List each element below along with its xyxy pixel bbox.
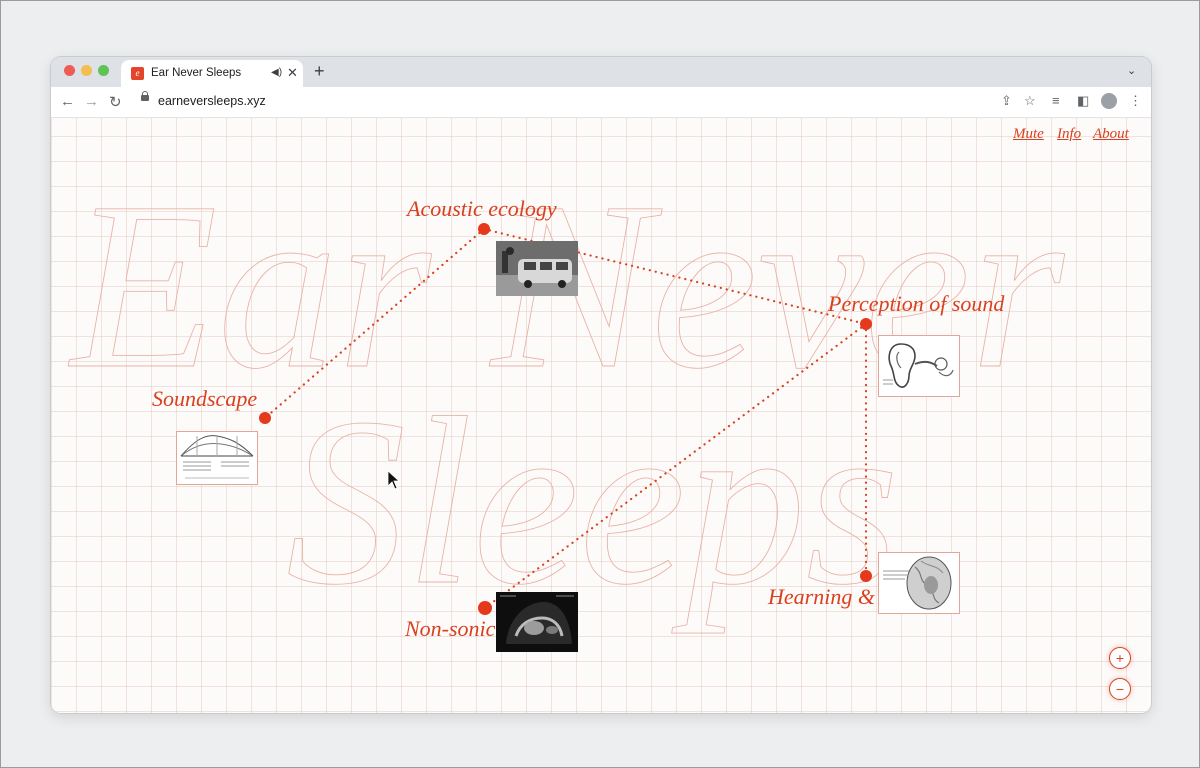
tab-title: Ear Never Sleeps bbox=[151, 67, 242, 79]
side-panel-icon[interactable]: ◧ bbox=[1077, 93, 1089, 109]
forward-arrow-icon[interactable]: → bbox=[84, 93, 99, 110]
media-controls-icon[interactable]: ≡ bbox=[1052, 93, 1060, 108]
node-dot-soundscape[interactable] bbox=[259, 412, 271, 424]
thumbnail-van-photo[interactable] bbox=[496, 241, 578, 296]
speaker-icon[interactable]: ◀) bbox=[271, 67, 282, 78]
node-dot-memory[interactable] bbox=[860, 570, 872, 582]
screen: e Ear Never Sleeps ◀) ✕ + ⌄ ← → ↻ earnev… bbox=[0, 0, 1200, 768]
node-label-acoustic[interactable]: Acoustic ecology bbox=[405, 196, 557, 221]
info-link[interactable]: Info bbox=[1057, 126, 1081, 143]
web-page-canvas[interactable]: Ear Never Sleeps Acoustic ecology Percep… bbox=[51, 118, 1151, 713]
profile-avatar[interactable] bbox=[1101, 93, 1117, 109]
address-bar[interactable]: earneversleeps.xyz bbox=[131, 91, 1151, 113]
thumbnail-ear-anatomy[interactable] bbox=[878, 335, 960, 397]
thumbnail-brain-section[interactable] bbox=[878, 552, 960, 614]
tab-bar: e Ear Never Sleeps ◀) ✕ + ⌄ bbox=[51, 57, 1151, 87]
maximize-window-button[interactable] bbox=[98, 65, 109, 76]
mute-link[interactable]: Mute bbox=[1013, 126, 1044, 143]
node-label-soundscape[interactable]: Soundscape bbox=[152, 386, 257, 411]
bookmark-star-icon[interactable]: ☆ bbox=[1024, 93, 1036, 109]
close-window-button[interactable] bbox=[64, 65, 75, 76]
zoom-out-button[interactable]: − bbox=[1109, 678, 1131, 700]
back-arrow-icon[interactable]: ← bbox=[60, 93, 75, 110]
reload-icon[interactable]: ↻ bbox=[109, 93, 122, 111]
node-label-perception[interactable]: Perception of sound bbox=[827, 291, 1005, 316]
url-text: earneversleeps.xyz bbox=[158, 94, 266, 108]
site-favicon-icon: e bbox=[131, 67, 144, 80]
new-tab-button[interactable]: + bbox=[314, 61, 325, 82]
node-dot-nonsonic[interactable] bbox=[478, 601, 492, 615]
mind-map: Ear Never Sleeps Acoustic ecology Percep… bbox=[68, 152, 1067, 641]
share-icon[interactable]: ⇪ bbox=[1001, 93, 1012, 109]
about-link[interactable]: About bbox=[1093, 126, 1129, 143]
more-menu-icon[interactable]: ⋮ bbox=[1129, 93, 1142, 109]
browser-window: e Ear Never Sleeps ◀) ✕ + ⌄ ← → ↻ earnev… bbox=[51, 57, 1151, 713]
thumbnail-soundscape-chart[interactable] bbox=[176, 431, 258, 485]
tab-close-button[interactable]: ✕ bbox=[287, 65, 298, 81]
thumbnail-ultrasound[interactable] bbox=[496, 592, 578, 652]
zoom-in-button[interactable]: + bbox=[1109, 647, 1131, 669]
node-dot-perception[interactable] bbox=[860, 318, 872, 330]
tab-list-chevron-icon[interactable]: ⌄ bbox=[1127, 64, 1136, 77]
lock-icon bbox=[141, 91, 149, 101]
browser-tab[interactable]: e Ear Never Sleeps ◀) ✕ bbox=[121, 60, 303, 87]
browser-toolbar: ← → ↻ earneversleeps.xyz ⇪ ☆ ≡ ◧ ⋮ bbox=[51, 87, 1151, 118]
node-dot-acoustic[interactable] bbox=[478, 223, 490, 235]
minimize-window-button[interactable] bbox=[81, 65, 92, 76]
